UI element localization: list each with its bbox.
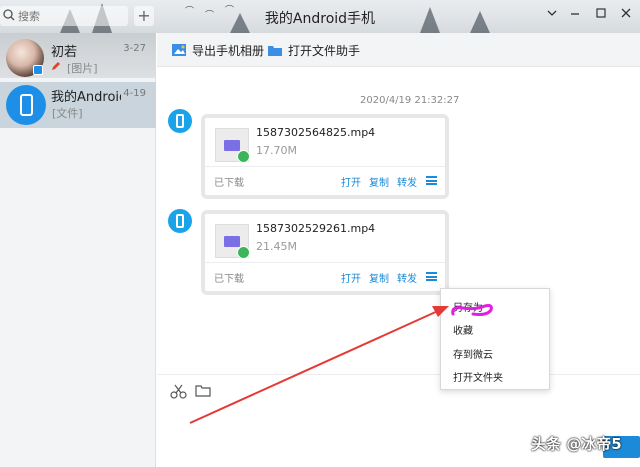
photo-export-icon — [172, 44, 186, 56]
open-action[interactable]: 打开 — [341, 174, 361, 189]
menu-item-open-folder[interactable]: 打开文件夹 — [453, 369, 503, 384]
search-box[interactable] — [0, 6, 128, 26]
menu-item-save-to-weiyun[interactable]: 存到微云 — [453, 346, 493, 361]
contact-last-message: [文件] — [52, 107, 83, 120]
more-menu-icon[interactable] — [426, 272, 437, 281]
scenery-tree — [230, 13, 250, 33]
forward-action[interactable]: 转发 — [397, 174, 417, 189]
open-file-assistant-button[interactable]: 打开文件助手 — [267, 41, 360, 59]
open-action[interactable]: 打开 — [341, 270, 361, 285]
close-icon[interactable] — [616, 6, 636, 26]
chat-area: 2020/4/19 21:32:27 1587302564825.mp4 17.… — [157, 68, 640, 374]
sender-avatar[interactable] — [168, 209, 192, 233]
contact-item-chuoruo[interactable]: 初若 [图片] 3-27 — [0, 37, 156, 81]
scissors-icon[interactable] — [170, 383, 188, 399]
phone-icon — [176, 214, 184, 228]
video-file-icon — [224, 236, 240, 247]
minimize-icon[interactable] — [565, 6, 585, 26]
scenery-tree — [470, 11, 490, 33]
contact-time: 4-19 — [123, 88, 146, 99]
bird-decoration: ⌒ — [205, 11, 215, 21]
contact-item-my-android[interactable]: 我的Android手机 [文件] 4-19 — [0, 82, 156, 128]
folder-icon[interactable] — [195, 384, 211, 397]
copy-action[interactable]: 复制 — [369, 270, 389, 285]
card-divider — [205, 166, 445, 167]
file-message-card[interactable]: 1587302564825.mp4 17.70M 已下载 打开 复制 转发 — [201, 114, 449, 199]
highlight-scribble — [451, 304, 493, 316]
contact-name: 我的Android手机 — [51, 90, 121, 105]
maximize-icon[interactable] — [591, 6, 611, 26]
file-thumbnail — [215, 128, 250, 163]
avatar — [6, 85, 46, 125]
contact-last-message: [图片] — [67, 62, 98, 75]
message-timestamp: 2020/4/19 21:32:27 — [360, 95, 460, 106]
open-file-assistant-label: 打开文件助手 — [288, 43, 361, 58]
phone-icon — [20, 94, 33, 116]
scenery-tree — [420, 7, 440, 33]
pencil-icon — [52, 62, 60, 70]
bird-decoration: ⌒ — [225, 6, 235, 16]
bird-decoration: ⌒ — [185, 7, 195, 17]
chat-toolbar: 导出手机相册 打开文件助手 — [157, 33, 640, 67]
file-size: 21.45M — [256, 240, 297, 253]
download-status: 已下载 — [214, 178, 244, 189]
file-name: 1587302529261.mp4 — [256, 222, 376, 235]
file-size: 17.70M — [256, 144, 297, 157]
file-name: 1587302564825.mp4 — [256, 126, 376, 139]
search-icon — [3, 9, 15, 21]
file-message-card[interactable]: 1587302529261.mp4 21.45M 已下载 打开 复制 转发 — [201, 210, 449, 295]
watermark-text: 头条 @冰帝5 — [531, 435, 622, 453]
forward-action[interactable]: 转发 — [397, 270, 417, 285]
copy-action[interactable]: 复制 — [369, 174, 389, 189]
contact-name: 初若 — [51, 45, 78, 60]
folder-icon — [268, 46, 282, 56]
file-thumbnail — [215, 224, 250, 259]
phone-icon — [176, 114, 184, 128]
export-album-label: 导出手机相册 — [192, 43, 265, 58]
download-status: 已下载 — [214, 274, 244, 285]
check-icon — [237, 150, 250, 163]
video-file-icon — [224, 140, 240, 151]
menu-item-favorite[interactable]: 收藏 — [453, 322, 473, 337]
more-menu-icon[interactable] — [426, 176, 437, 185]
contact-time: 3-27 — [123, 43, 146, 54]
add-button[interactable]: + — [134, 6, 154, 26]
card-divider — [205, 262, 445, 263]
export-album-button[interactable]: 导出手机相册 — [171, 41, 264, 59]
check-icon — [237, 246, 250, 259]
mobile-status-icon — [33, 65, 43, 75]
search-input[interactable] — [18, 8, 118, 24]
sender-avatar[interactable] — [168, 109, 192, 133]
chevron-down-icon[interactable] — [542, 6, 562, 26]
